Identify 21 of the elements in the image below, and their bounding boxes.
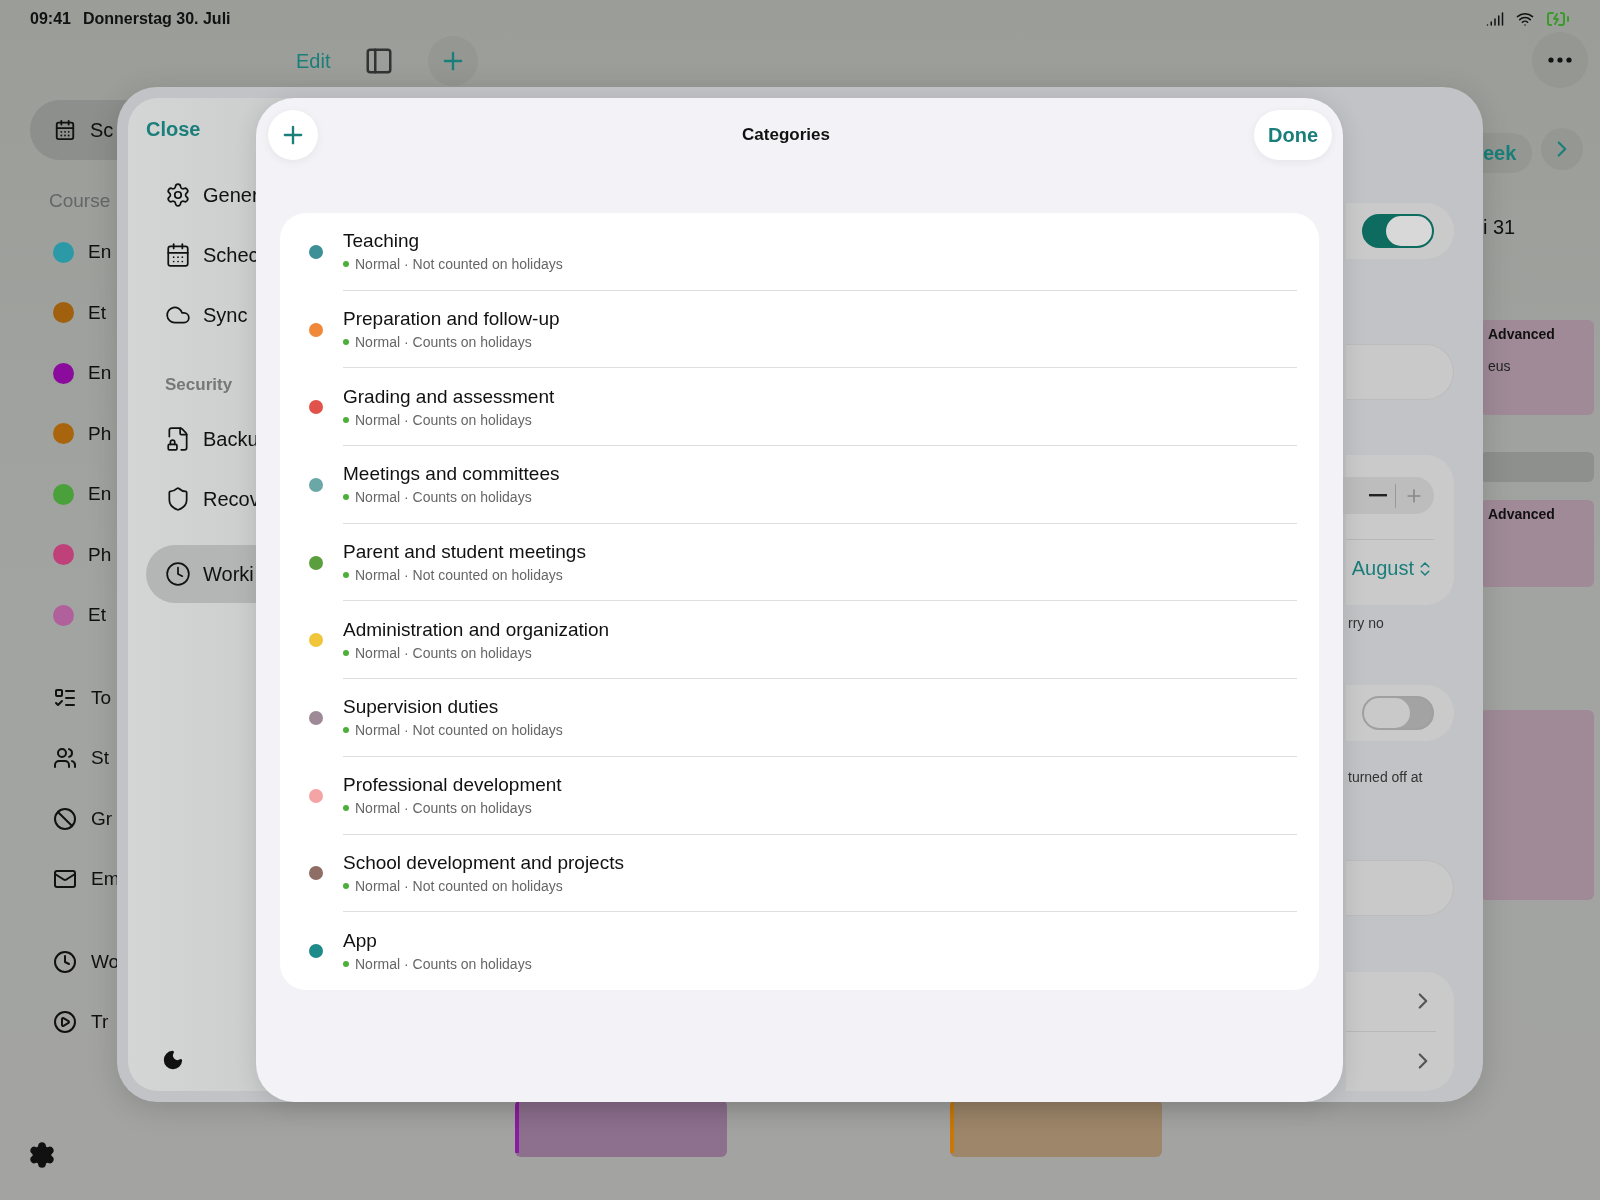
footnote-text: rry no: [1347, 614, 1385, 631]
footnote-text: turned off at: [1347, 768, 1424, 785]
sheet-title: Categories: [742, 125, 830, 145]
category-details: Normal · Counts on holidays: [355, 334, 532, 351]
category-details: Normal · Counts on holidays: [355, 956, 532, 973]
status-date: Donnerstag 30. Juli: [82, 10, 231, 28]
day-label: i 31: [1483, 216, 1516, 239]
section-header: Course: [49, 190, 111, 212]
category-details: Normal · Not counted on holidays: [355, 256, 563, 273]
event-title: Advanced: [1488, 506, 1556, 522]
event-title: Advanced: [1488, 326, 1556, 342]
category-details: Normal · Counts on holidays: [355, 800, 532, 817]
event-subtitle: eus: [1488, 358, 1512, 374]
category-details: Normal · Not counted on holidays: [355, 877, 563, 894]
category-details: Normal · Counts on holidays: [355, 644, 532, 661]
category-details: Normal · Not counted on holidays: [355, 722, 563, 739]
category-details: Normal · Counts on holidays: [355, 489, 532, 506]
category-details: Normal · Counts on holidays: [355, 411, 532, 428]
category-details: Normal · Not counted on holidays: [355, 567, 563, 584]
section-header: Security: [165, 375, 233, 395]
status-time: 09:41: [30, 10, 71, 28]
